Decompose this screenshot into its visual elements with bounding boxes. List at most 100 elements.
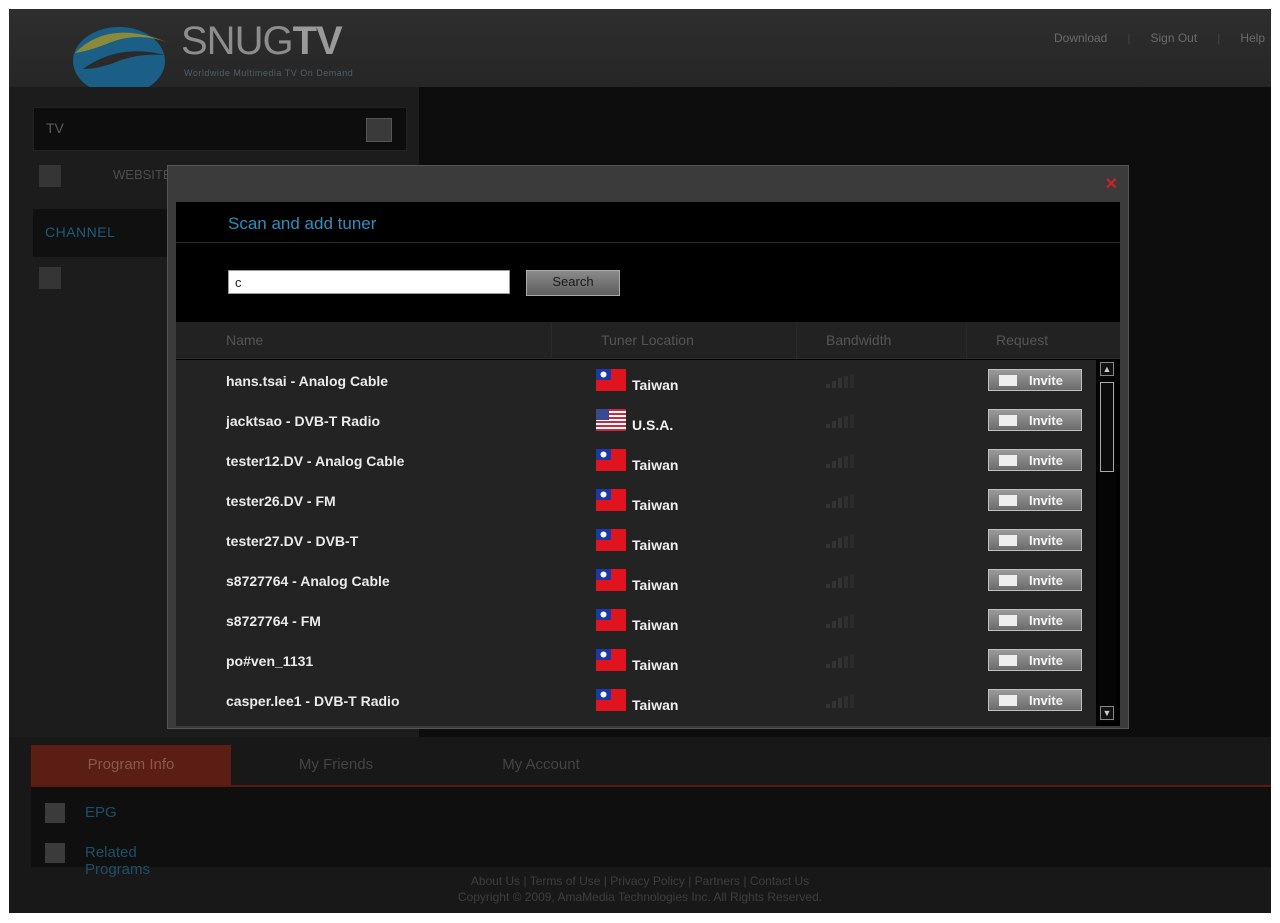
scroll-thumb[interactable]	[1100, 382, 1114, 472]
table-row: casper.lee1 - DVB-T Radio Taiwan Invite	[176, 680, 1096, 720]
envelope-icon	[999, 495, 1017, 506]
related-programs-icon	[45, 843, 65, 863]
signal-strength-icon	[826, 694, 854, 708]
taiwan-flag-icon	[596, 529, 626, 551]
tuner-location: Taiwan	[632, 697, 679, 713]
top-nav: Download | Sign Out | Help	[1048, 31, 1271, 45]
table-row: tester27.DV - DVB-T Taiwan Invite	[176, 520, 1096, 560]
taiwan-flag-icon	[596, 569, 626, 591]
invite-button[interactable]: Invite	[988, 449, 1082, 471]
invite-label: Invite	[1029, 453, 1063, 468]
envelope-icon	[999, 655, 1017, 666]
table-header: Name Tuner Location Bandwidth Request	[176, 322, 1120, 359]
tab-my-friends[interactable]: My Friends	[236, 745, 436, 785]
channel-icon	[39, 267, 61, 289]
tuner-name: tester26.DV - FM	[226, 493, 336, 509]
footer-links[interactable]: About Us | Terms of Use | Privacy Policy…	[9, 867, 1271, 889]
tuner-name: hans.tsai - Analog Cable	[226, 373, 389, 389]
column-name: Name	[226, 332, 264, 348]
signal-strength-icon	[826, 414, 854, 428]
arrow-down-icon[interactable]: ▼	[1100, 706, 1114, 720]
website-icon	[39, 165, 61, 187]
invite-button[interactable]: Invite	[988, 609, 1082, 631]
invite-button[interactable]: Invite	[988, 489, 1082, 511]
invite-button[interactable]: Invite	[988, 529, 1082, 551]
brand-bold: TV	[292, 19, 343, 63]
taiwan-flag-icon	[596, 449, 626, 471]
invite-label: Invite	[1029, 373, 1063, 388]
channel-label: CHANNEL	[45, 224, 116, 240]
tuner-name: casper.lee1 - DVB-T Radio	[226, 693, 400, 709]
invite-label: Invite	[1029, 413, 1063, 428]
envelope-icon	[999, 695, 1017, 706]
envelope-icon	[999, 375, 1017, 386]
envelope-icon	[999, 615, 1017, 626]
nav-download[interactable]: Download	[1048, 31, 1113, 45]
copyright: Copyright © 2009, AmaMedia Technologies …	[457, 890, 823, 904]
signal-strength-icon	[826, 374, 854, 388]
header: SNUGTV Worldwide Multimedia TV On Demand…	[9, 9, 1271, 95]
table-row: hans.tsai - Analog Cable Taiwan Invite	[176, 360, 1096, 400]
tuner-location: U.S.A.	[632, 417, 674, 433]
tuner-location: Taiwan	[632, 377, 679, 393]
invite-label: Invite	[1029, 653, 1063, 668]
sidebar-item-label: WEBSITE	[113, 167, 172, 182]
invite-label: Invite	[1029, 573, 1063, 588]
invite-label: Invite	[1029, 693, 1063, 708]
table-row: tester26.DV - FM Taiwan Invite	[176, 480, 1096, 520]
invite-button[interactable]: Invite	[988, 689, 1082, 711]
envelope-icon	[999, 455, 1017, 466]
column-tuner-location: Tuner Location	[601, 332, 694, 348]
tuner-location: Taiwan	[632, 457, 679, 473]
sidebar-search[interactable]: TV	[33, 107, 407, 151]
table-row: tester12.DV - Analog Cable Taiwan Invite	[176, 440, 1096, 480]
tuner-name: tester27.DV - DVB-T	[226, 533, 359, 549]
scrollbar[interactable]: ▲ ▼	[1098, 360, 1116, 722]
tab-program-info[interactable]: Program Info	[31, 745, 231, 785]
nav-sign-out[interactable]: Sign Out	[1144, 31, 1203, 45]
bottom-tabs: Program Info My Friends My Account	[31, 745, 1271, 787]
nav-help[interactable]: Help	[1234, 31, 1271, 45]
tuner-location: Taiwan	[632, 617, 679, 633]
usa-flag-icon	[596, 409, 626, 431]
divider	[796, 322, 797, 358]
tab-my-account[interactable]: My Account	[441, 745, 641, 785]
tuner-location: Taiwan	[632, 537, 679, 553]
tuner-search-input[interactable]	[228, 270, 510, 294]
close-icon[interactable]: ✕	[1105, 174, 1118, 194]
tuner-name: jacktsao - DVB-T Radio	[226, 413, 381, 429]
tuner-location: Taiwan	[632, 657, 679, 673]
taiwan-flag-icon	[596, 609, 626, 631]
invite-label: Invite	[1029, 613, 1063, 628]
table-row: jacktsao - DVB-T Radio U.S.A. Invite	[176, 400, 1096, 440]
tuner-table-body: hans.tsai - Analog Cable Taiwan Invite jack…	[176, 360, 1096, 726]
program-info-panel: EPG Related Programs	[31, 787, 1271, 878]
dialog-title: Scan and add tuner	[228, 214, 377, 233]
signal-strength-icon	[826, 494, 854, 508]
envelope-icon	[999, 415, 1017, 426]
sidebar-search-button[interactable]	[366, 118, 392, 142]
invite-button[interactable]: Invite	[988, 369, 1082, 391]
divider	[176, 242, 1120, 243]
invite-button[interactable]: Invite	[988, 569, 1082, 591]
invite-button[interactable]: Invite	[988, 649, 1082, 671]
brand-tagline: Worldwide Multimedia TV On Demand	[184, 68, 354, 78]
column-bandwidth: Bandwidth	[826, 332, 892, 348]
divider	[551, 322, 552, 358]
tuner-name: tester12.DV - Analog Cable	[226, 453, 405, 469]
brand-light: SNUG	[181, 19, 294, 63]
signal-strength-icon	[826, 454, 854, 468]
taiwan-flag-icon	[596, 689, 626, 711]
tuner-name: po#ven_1131	[226, 653, 314, 669]
signal-strength-icon	[826, 574, 854, 588]
signal-strength-icon	[826, 654, 854, 668]
invite-button[interactable]: Invite	[988, 409, 1082, 431]
brand-name: SNUGTV	[181, 19, 343, 64]
invite-label: Invite	[1029, 493, 1063, 508]
taiwan-flag-icon	[596, 649, 626, 671]
tuner-search-button[interactable]: Search	[526, 270, 620, 296]
channel-header: CHANNEL	[33, 209, 183, 257]
arrow-up-icon[interactable]: ▲	[1100, 362, 1114, 376]
table-row: po#ven_1131 Taiwan Invite	[176, 640, 1096, 680]
sidebar-item-website[interactable]: WEBSITE	[33, 159, 183, 193]
